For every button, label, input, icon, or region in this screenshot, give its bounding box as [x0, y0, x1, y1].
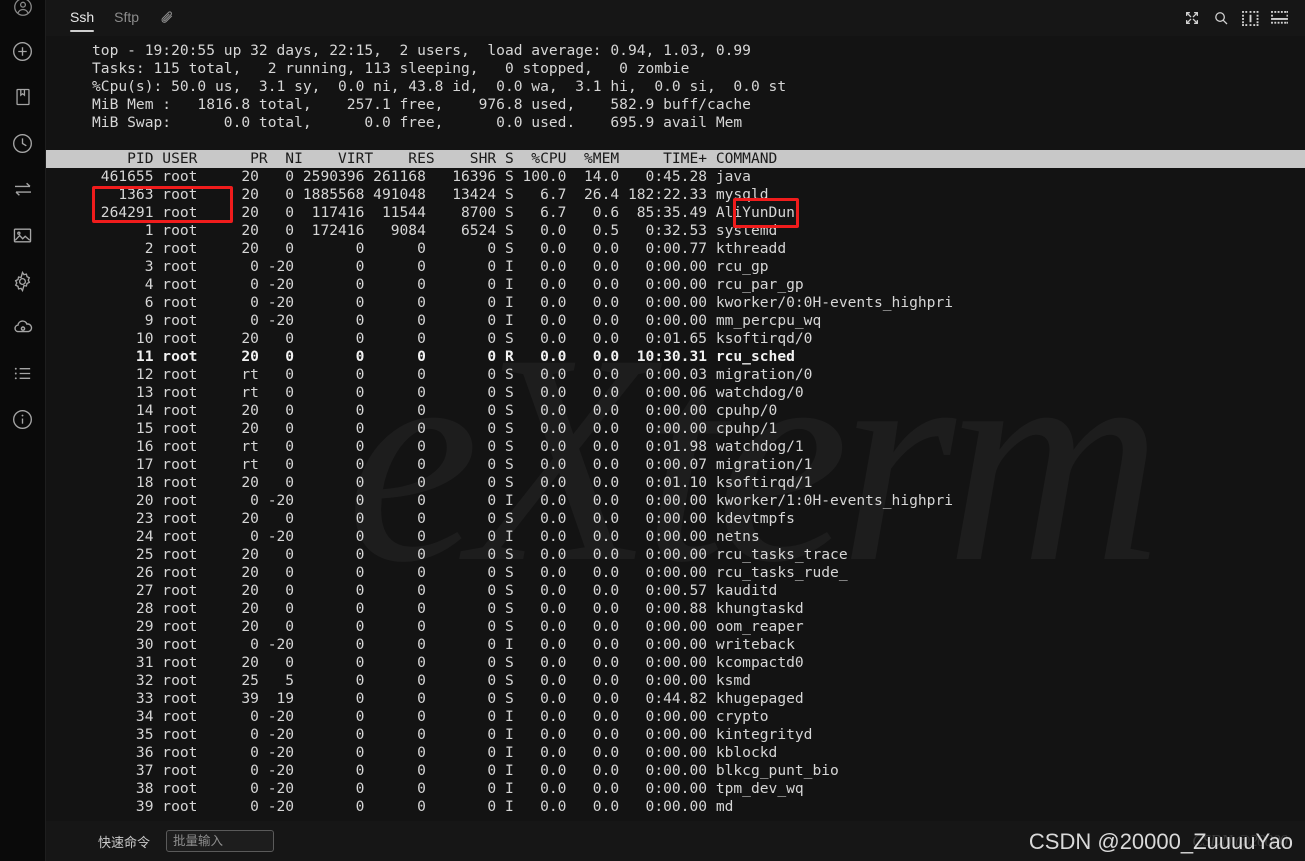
search-icon[interactable]	[1211, 8, 1231, 28]
info-icon[interactable]	[0, 396, 46, 442]
clock-icon[interactable]	[0, 120, 46, 166]
list-icon[interactable]	[0, 350, 46, 396]
split-vertical-icon[interactable]	[1240, 8, 1260, 28]
credit-text: CSDN @20000_ZuuuuYao	[1028, 829, 1293, 854]
quick-command-label: 快速命令	[98, 834, 151, 850]
tab-ssh[interactable]: Ssh	[60, 0, 104, 36]
batch-input-field[interactable]	[166, 830, 275, 852]
terminal-app-window: Ssh Sftp eXterm top - 19:20:55 up 32 day…	[0, 0, 1305, 861]
account-circle-icon[interactable]	[0, 0, 46, 18]
process-table-header: PID USER PR NI VIRT RES SHR S %CPU %MEM …	[46, 150, 1305, 168]
fullscreen-icon[interactable]	[1182, 8, 1202, 28]
paperclip-icon[interactable]	[153, 0, 179, 36]
tab-sftp[interactable]: Sftp	[104, 0, 149, 36]
split-horizontal-icon[interactable]	[1269, 8, 1289, 28]
terminal-output[interactable]: eXterm top - 19:20:55 up 32 days, 22:15,…	[46, 36, 1305, 821]
table-row: 11 root 20 0 0 0 0 R 0.0 0.0 10:30.31 rc…	[135, 348, 795, 365]
image-icon[interactable]	[0, 212, 46, 258]
top-command-output: top - 19:20:55 up 32 days, 22:15, 2 user…	[46, 42, 1305, 816]
add-circle-icon[interactable]	[0, 28, 46, 74]
transfer-icon[interactable]	[0, 166, 46, 212]
tab-bar: Ssh Sftp	[46, 0, 1305, 36]
bottom-toolbar: 快速命令 CSDN @20000 CSDN @20000_ZuuuuYao	[46, 821, 1305, 861]
cloud-icon[interactable]	[0, 304, 46, 350]
main-area: Ssh Sftp eXterm top - 19:20:55 up 32 day…	[46, 0, 1305, 861]
left-sidebar	[0, 0, 46, 861]
tab-bar-actions	[1182, 8, 1295, 28]
gear-icon[interactable]	[0, 258, 46, 304]
bookmark-icon[interactable]	[0, 74, 46, 120]
